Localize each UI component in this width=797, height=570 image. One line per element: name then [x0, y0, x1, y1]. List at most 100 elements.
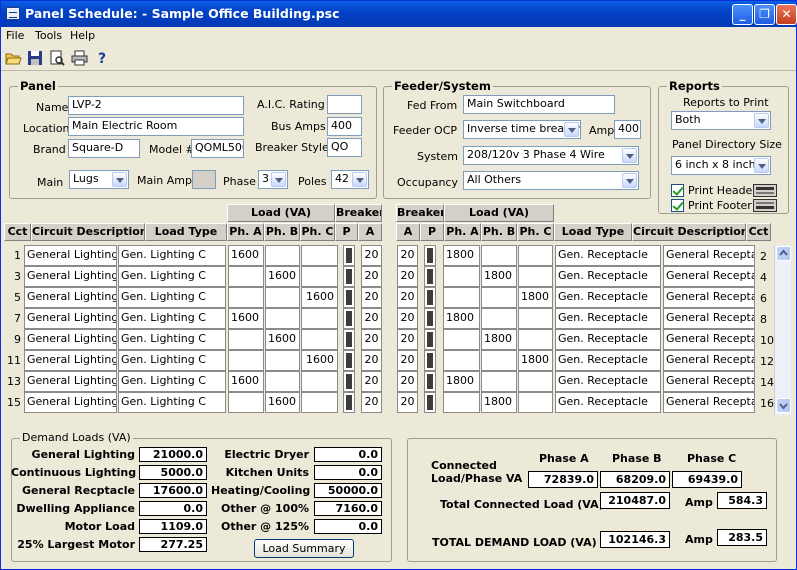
- left-load-type-select[interactable]: Gen. Lighting C: [118, 329, 226, 350]
- footer-settings-icon[interactable]: [753, 199, 777, 212]
- left-circuit-description[interactable]: General Lighting: [24, 392, 117, 413]
- right-breaker-amp[interactable]: 20: [397, 392, 418, 413]
- chevron-down-icon[interactable]: [622, 173, 637, 188]
- model-field[interactable]: QOML500: [191, 139, 244, 158]
- left-circuit-description[interactable]: General Lighting: [24, 371, 117, 392]
- left-pha-cell[interactable]: [228, 266, 264, 287]
- right-phc-cell[interactable]: [518, 329, 553, 350]
- breaker-style-field[interactable]: QO: [327, 138, 362, 157]
- left-breaker-amp[interactable]: 20: [361, 371, 382, 392]
- right-breaker-amp[interactable]: 20: [397, 287, 418, 308]
- right-circuit-description[interactable]: General Receptacl: [663, 308, 755, 329]
- right-pole-indicator[interactable]: [424, 392, 436, 413]
- right-pha-cell[interactable]: 1800: [443, 245, 480, 266]
- minimize-button[interactable]: _: [732, 4, 753, 25]
- right-pha-cell[interactable]: [443, 266, 480, 287]
- left-pole-indicator[interactable]: [343, 308, 355, 329]
- poles-select[interactable]: 42: [331, 170, 369, 189]
- left-phc-cell[interactable]: [301, 329, 338, 350]
- print-preview-icon[interactable]: [49, 50, 66, 66]
- chevron-down-icon[interactable]: [754, 113, 769, 128]
- left-load-type-select[interactable]: Gen. Lighting C: [118, 371, 226, 392]
- print-header-checkbox[interactable]: [671, 184, 684, 197]
- right-load-type-select[interactable]: Gen. Receptacle: [555, 350, 661, 371]
- right-load-type-select[interactable]: Gen. Receptacle: [555, 371, 661, 392]
- left-phc-cell[interactable]: 1600: [301, 350, 338, 371]
- right-circuit-description[interactable]: General Receptacl: [663, 371, 755, 392]
- left-pha-cell[interactable]: [228, 392, 264, 413]
- scroll-up-icon[interactable]: [776, 246, 791, 261]
- right-load-type-select[interactable]: Gen. Receptacle: [555, 245, 661, 266]
- left-pha-cell[interactable]: [228, 287, 264, 308]
- right-phc-cell[interactable]: [518, 392, 553, 413]
- left-phb-cell[interactable]: 1600: [265, 392, 300, 413]
- left-pha-cell[interactable]: [228, 350, 264, 371]
- left-circuit-description[interactable]: General Lighting: [24, 287, 117, 308]
- chevron-down-icon[interactable]: [754, 158, 769, 173]
- right-phb-cell[interactable]: 1800: [481, 266, 517, 287]
- left-load-type-select[interactable]: Gen. Lighting C: [118, 287, 226, 308]
- right-pha-cell[interactable]: [443, 392, 480, 413]
- left-circuit-description[interactable]: General Lighting: [24, 350, 117, 371]
- left-phc-cell[interactable]: [301, 266, 338, 287]
- left-pole-indicator[interactable]: [343, 371, 355, 392]
- right-breaker-amp[interactable]: 20: [397, 350, 418, 371]
- right-pha-cell[interactable]: [443, 329, 480, 350]
- right-phc-cell[interactable]: [518, 266, 553, 287]
- title-bar[interactable]: Panel Schedule: - Sample Office Building…: [1, 1, 797, 27]
- left-circuit-description[interactable]: General Lighting: [24, 329, 117, 350]
- left-circuit-description[interactable]: General Lighting: [24, 266, 117, 287]
- right-pha-cell[interactable]: [443, 287, 480, 308]
- left-breaker-amp[interactable]: 20: [361, 287, 382, 308]
- left-pole-indicator[interactable]: [343, 266, 355, 287]
- right-phb-cell[interactable]: [481, 245, 517, 266]
- right-phb-cell[interactable]: [481, 308, 517, 329]
- right-pha-cell[interactable]: 1800: [443, 371, 480, 392]
- left-phc-cell[interactable]: [301, 371, 338, 392]
- ocp-select[interactable]: Inverse time breaker: [463, 120, 581, 139]
- right-phb-cell[interactable]: [481, 371, 517, 392]
- left-load-type-select[interactable]: Gen. Lighting C: [118, 308, 226, 329]
- menu-file[interactable]: File: [6, 29, 24, 42]
- right-circuit-description[interactable]: General Receptacl: [663, 245, 755, 266]
- left-pha-cell[interactable]: [228, 329, 264, 350]
- right-phc-cell[interactable]: 1800: [518, 287, 553, 308]
- left-pha-cell[interactable]: 1600: [228, 245, 264, 266]
- chevron-down-icon[interactable]: [564, 122, 579, 137]
- right-breaker-amp[interactable]: 20: [397, 371, 418, 392]
- right-load-type-select[interactable]: Gen. Receptacle: [555, 392, 661, 413]
- left-phb-cell[interactable]: [265, 371, 300, 392]
- left-pole-indicator[interactable]: [343, 245, 355, 266]
- right-pole-indicator[interactable]: [424, 308, 436, 329]
- right-breaker-amp[interactable]: 20: [397, 245, 418, 266]
- system-select[interactable]: 208/120v 3 Phase 4 Wire: [463, 146, 639, 165]
- right-pole-indicator[interactable]: [424, 329, 436, 350]
- right-load-type-select[interactable]: Gen. Receptacle: [555, 266, 661, 287]
- aic-field[interactable]: [327, 95, 362, 114]
- left-phb-cell[interactable]: [265, 308, 300, 329]
- name-field[interactable]: LVP-2: [68, 96, 244, 115]
- location-field[interactable]: Main Electric Room: [68, 117, 244, 136]
- chevron-down-icon[interactable]: [352, 172, 367, 187]
- save-icon[interactable]: [27, 50, 44, 66]
- right-pole-indicator[interactable]: [424, 350, 436, 371]
- right-phc-cell[interactable]: 1800: [518, 350, 553, 371]
- left-pha-cell[interactable]: 1600: [228, 308, 264, 329]
- right-load-type-select[interactable]: Gen. Receptacle: [555, 308, 661, 329]
- busamps-field[interactable]: 400: [327, 117, 362, 136]
- right-phc-cell[interactable]: [518, 245, 553, 266]
- left-phc-cell[interactable]: [301, 308, 338, 329]
- left-phc-cell[interactable]: [301, 392, 338, 413]
- left-pha-cell[interactable]: 1600: [228, 371, 264, 392]
- reports-print-select[interactable]: Both: [671, 111, 771, 130]
- left-pole-indicator[interactable]: [343, 392, 355, 413]
- left-circuit-description[interactable]: General Lighting: [24, 245, 117, 266]
- main-select[interactable]: Lugs: [69, 170, 129, 189]
- open-folder-icon[interactable]: [5, 50, 22, 66]
- right-breaker-amp[interactable]: 20: [397, 266, 418, 287]
- left-phb-cell[interactable]: 1600: [265, 329, 300, 350]
- occupancy-select[interactable]: All Others: [463, 171, 639, 190]
- left-phb-cell[interactable]: [265, 350, 300, 371]
- right-load-type-select[interactable]: Gen. Receptacle: [555, 329, 661, 350]
- left-phb-cell[interactable]: [265, 245, 300, 266]
